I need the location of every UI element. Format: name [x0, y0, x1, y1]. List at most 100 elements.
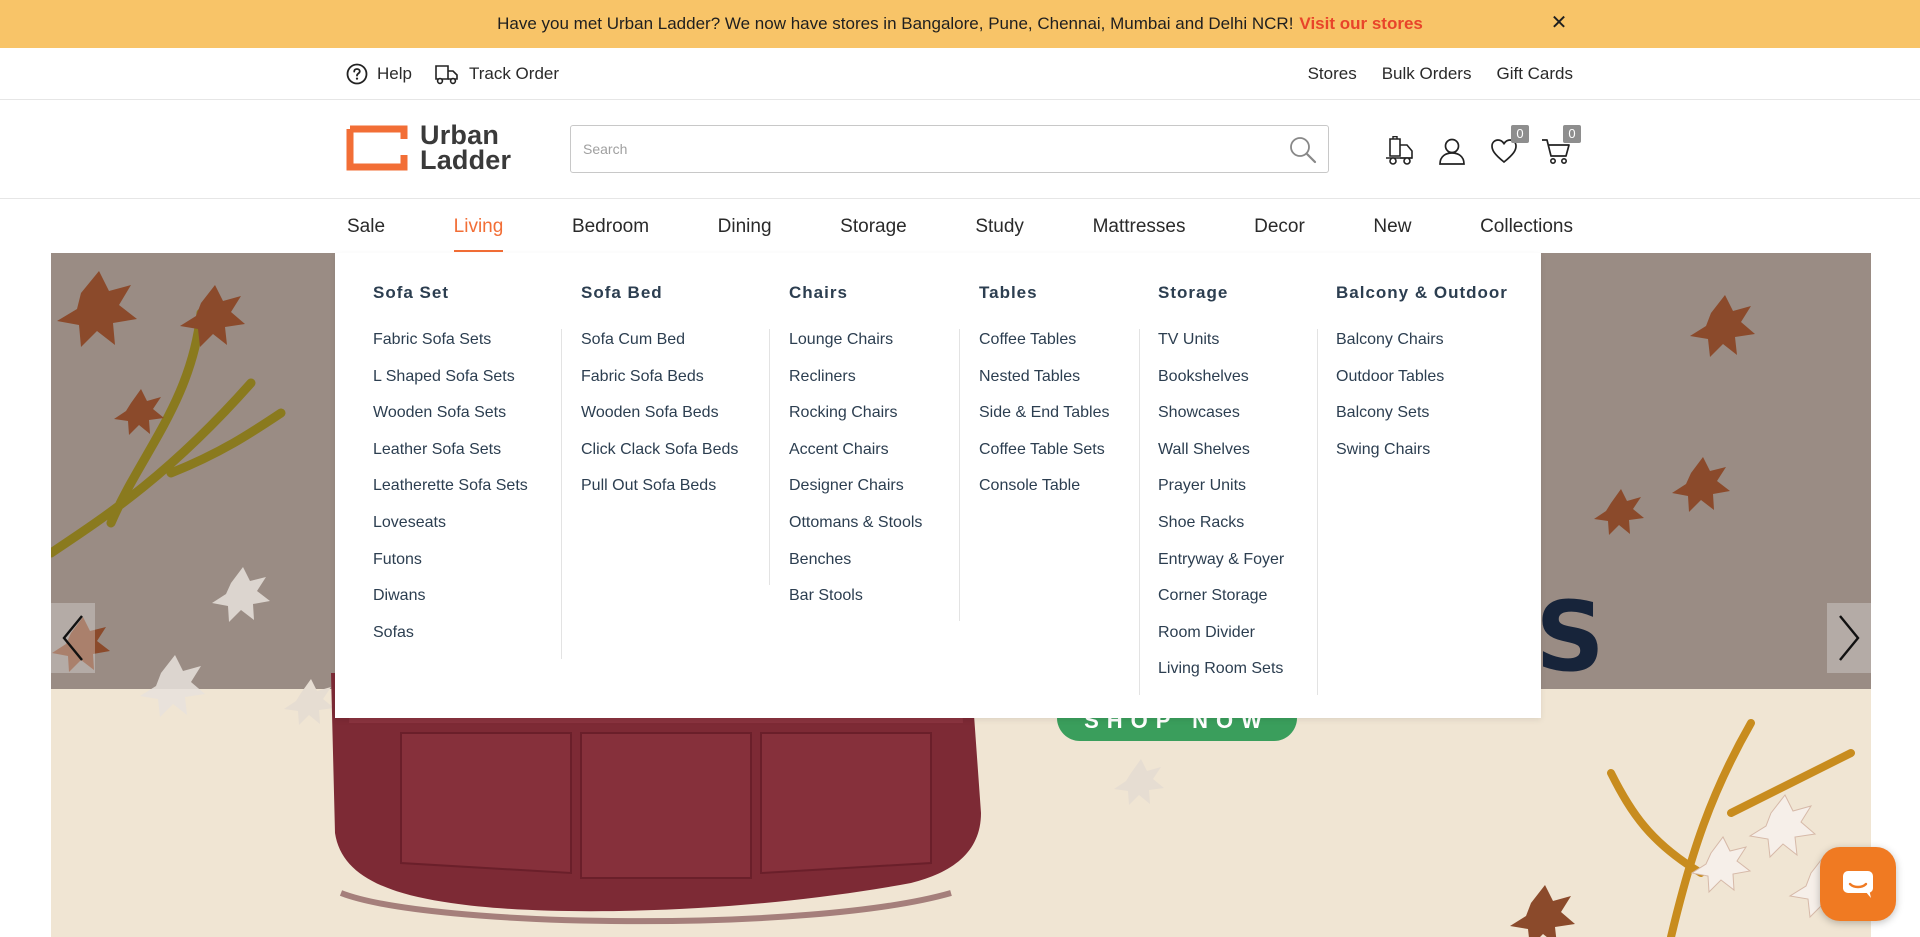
menu-item[interactable]: Nested Tables	[979, 366, 1109, 403]
menu-item[interactable]: Sofas	[373, 622, 528, 659]
menu-item[interactable]: Balcony Chairs	[1336, 329, 1444, 366]
menu-item[interactable]: Bar Stools	[789, 585, 922, 622]
logo-text: Urban Ladder	[420, 122, 512, 175]
close-icon[interactable]: ✕	[1548, 12, 1570, 34]
utility-left: Help Track Order	[346, 48, 559, 100]
menu-heading-sofa-bed[interactable]: Sofa Bed	[581, 283, 663, 303]
menu-item[interactable]: Balcony Sets	[1336, 402, 1444, 439]
menu-item[interactable]: Accent Chairs	[789, 439, 922, 476]
carousel-prev-button[interactable]	[51, 603, 95, 673]
stores-link[interactable]: Stores	[1308, 64, 1357, 84]
logo-line-2: Ladder	[420, 145, 512, 175]
logo-mark-icon	[346, 125, 408, 171]
search-box	[570, 125, 1329, 173]
menu-item[interactable]: Coffee Tables	[979, 329, 1109, 366]
nav-item-bedroom[interactable]: Bedroom	[572, 200, 649, 253]
menu-item[interactable]: Coffee Table Sets	[979, 439, 1109, 476]
track-order-link[interactable]: Track Order	[434, 62, 559, 86]
nav-item-decor[interactable]: Decor	[1254, 200, 1305, 253]
gift-cards-link[interactable]: Gift Cards	[1496, 64, 1573, 84]
menu-item[interactable]: Click Clack Sofa Beds	[581, 439, 738, 476]
help-icon	[346, 63, 368, 85]
menu-item[interactable]: Wall Shelves	[1158, 439, 1284, 476]
chat-button[interactable]	[1820, 847, 1896, 921]
menu-heading-balcony-outdoor[interactable]: Balcony & Outdoor	[1336, 283, 1508, 303]
nav-item-dining[interactable]: Dining	[718, 200, 772, 253]
menu-item[interactable]: Swing Chairs	[1336, 439, 1444, 476]
help-label: Help	[377, 64, 412, 83]
menu-divider	[1317, 329, 1318, 695]
menu-item[interactable]: Designer Chairs	[789, 475, 922, 512]
truck-delivery-icon	[1386, 136, 1413, 165]
nav-item-storage[interactable]: Storage	[840, 200, 907, 253]
menu-item[interactable]: Bookshelves	[1158, 366, 1284, 403]
help-link[interactable]: Help	[346, 63, 412, 85]
menu-heading-sofa-set[interactable]: Sofa Set	[373, 283, 449, 303]
menu-item[interactable]: Wooden Sofa Beds	[581, 402, 738, 439]
menu-item[interactable]: TV Units	[1158, 329, 1284, 366]
living-mega-menu: Sofa Set Fabric Sofa Sets L Shaped Sofa …	[335, 253, 1541, 718]
wishlist-button[interactable]: 0	[1487, 125, 1529, 168]
menu-item[interactable]: Lounge Chairs	[789, 329, 922, 366]
cart-count-badge: 0	[1563, 125, 1581, 143]
menu-item[interactable]: Loveseats	[373, 512, 528, 549]
menu-heading-chairs[interactable]: Chairs	[789, 283, 848, 303]
menu-item[interactable]: Outdoor Tables	[1336, 366, 1444, 403]
user-icon	[1439, 138, 1465, 165]
chat-bubble-icon	[1843, 871, 1873, 898]
menu-item[interactable]: Shoe Racks	[1158, 512, 1284, 549]
carousel-next-button[interactable]	[1827, 603, 1871, 673]
nav-item-new[interactable]: New	[1373, 200, 1411, 253]
menu-item[interactable]: Entryway & Foyer	[1158, 549, 1284, 586]
menu-item[interactable]: Side & End Tables	[979, 402, 1109, 439]
menu-item[interactable]: Benches	[789, 549, 922, 586]
announcement-bar: Have you met Urban Ladder? We now have s…	[0, 0, 1920, 48]
menu-item[interactable]: Rocking Chairs	[789, 402, 922, 439]
menu-item[interactable]: Living Room Sets	[1158, 658, 1284, 695]
menu-item[interactable]: Room Divider	[1158, 622, 1284, 659]
menu-item[interactable]: Futons	[373, 549, 528, 586]
menu-item[interactable]: Showcases	[1158, 402, 1284, 439]
menu-item[interactable]: Pull Out Sofa Beds	[581, 475, 738, 512]
wishlist-count-badge: 0	[1511, 125, 1529, 143]
visit-stores-link[interactable]: Visit our stores	[1299, 14, 1422, 34]
nav-item-mattresses[interactable]: Mattresses	[1093, 200, 1186, 253]
menu-item[interactable]: Prayer Units	[1158, 475, 1284, 512]
nav-item-living[interactable]: Living	[453, 200, 503, 253]
track-order-label: Track Order	[468, 64, 560, 83]
menu-divider	[769, 329, 770, 585]
bulk-orders-link[interactable]: Bulk Orders	[1382, 64, 1472, 84]
search-icon[interactable]	[1288, 135, 1318, 165]
menu-item[interactable]: Wooden Sofa Sets	[373, 402, 528, 439]
menu-item[interactable]: Fabric Sofa Beds	[581, 366, 738, 403]
menu-item[interactable]: Ottomans & Stools	[789, 512, 922, 549]
menu-item[interactable]: L Shaped Sofa Sets	[373, 366, 528, 403]
utility-right: Stores Bulk Orders Gift Cards	[1308, 48, 1573, 100]
menu-item[interactable]: Leatherette Sofa Sets	[373, 475, 528, 512]
nav-item-sale[interactable]: Sale	[347, 200, 385, 253]
menu-item[interactable]: Diwans	[373, 585, 528, 622]
menu-item[interactable]: Corner Storage	[1158, 585, 1284, 622]
store-locator-button[interactable]	[1383, 134, 1417, 168]
urban-ladder-logo[interactable]: Urban Ladder	[346, 122, 516, 174]
chevron-left-icon	[62, 615, 83, 661]
cart-button[interactable]: 0	[1539, 125, 1581, 168]
menu-heading-tables[interactable]: Tables	[979, 283, 1038, 303]
announcement-message: Have you met Urban Ladder? We now have s…	[497, 14, 1294, 33]
menu-item[interactable]: Recliners	[789, 366, 922, 403]
menu-item[interactable]: Leather Sofa Sets	[373, 439, 528, 476]
truck-icon	[435, 65, 458, 85]
nav-item-study[interactable]: Study	[975, 200, 1024, 253]
nav-item-collections[interactable]: Collections	[1480, 200, 1573, 253]
search-input[interactable]	[571, 126, 1328, 172]
menu-divider	[561, 329, 562, 659]
site-header: Urban Ladder Search 0 0	[0, 100, 1920, 199]
menu-item[interactable]: Console Table	[979, 475, 1109, 512]
menu-heading-storage[interactable]: Storage	[1158, 283, 1228, 303]
menu-item[interactable]: Fabric Sofa Sets	[373, 329, 528, 366]
menu-item[interactable]: Sofa Cum Bed	[581, 329, 738, 366]
main-navigation: Sale Living Bedroom Dining Storage Study…	[0, 200, 1920, 253]
account-button[interactable]	[1435, 134, 1469, 168]
header-icons: 0 0	[1383, 125, 1581, 168]
menu-divider	[1139, 329, 1140, 695]
